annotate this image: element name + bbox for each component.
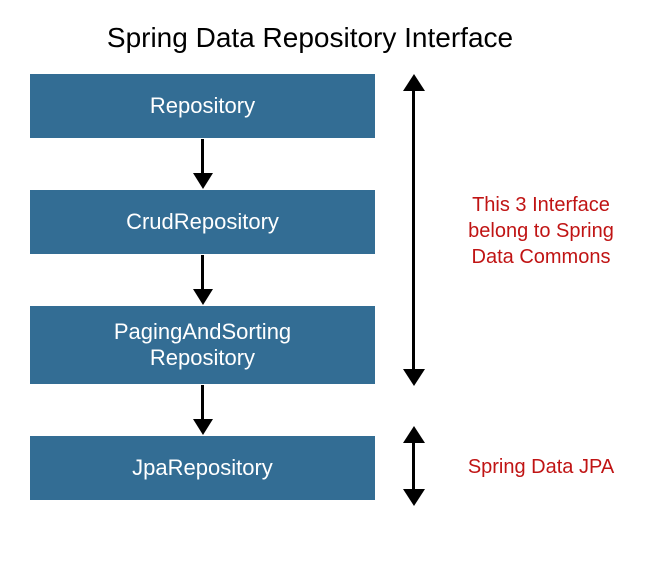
- diagram-body: Repository CrudRepository PagingAndSorti…: [0, 74, 650, 500]
- annotation-spring-data-jpa: Spring Data JPA: [451, 454, 631, 480]
- box-crud-label: CrudRepository: [126, 209, 279, 235]
- arrow-down-icon: [193, 254, 213, 306]
- diagram-title: Spring Data Repository Interface: [0, 0, 620, 74]
- box-jpa-label: JpaRepository: [132, 455, 273, 481]
- box-jpa-repository: JpaRepository: [30, 436, 375, 500]
- annotation-column: This 3 Interface belong to Spring Data C…: [403, 74, 648, 500]
- bracket-commons-icon: [403, 74, 425, 386]
- box-repository-label: Repository: [150, 93, 255, 119]
- box-repository: Repository: [30, 74, 375, 138]
- box-paging-sorting-repository: PagingAndSorting Repository: [30, 306, 375, 384]
- box-crud-repository: CrudRepository: [30, 190, 375, 254]
- annotation-spring-data-commons: This 3 Interface belong to Spring Data C…: [451, 192, 631, 270]
- box-paging-label: PagingAndSorting Repository: [114, 319, 291, 372]
- arrow-down-icon: [193, 384, 213, 436]
- hierarchy-column: Repository CrudRepository PagingAndSorti…: [30, 74, 375, 500]
- arrow-down-icon: [193, 138, 213, 190]
- bracket-jpa-icon: [403, 426, 425, 506]
